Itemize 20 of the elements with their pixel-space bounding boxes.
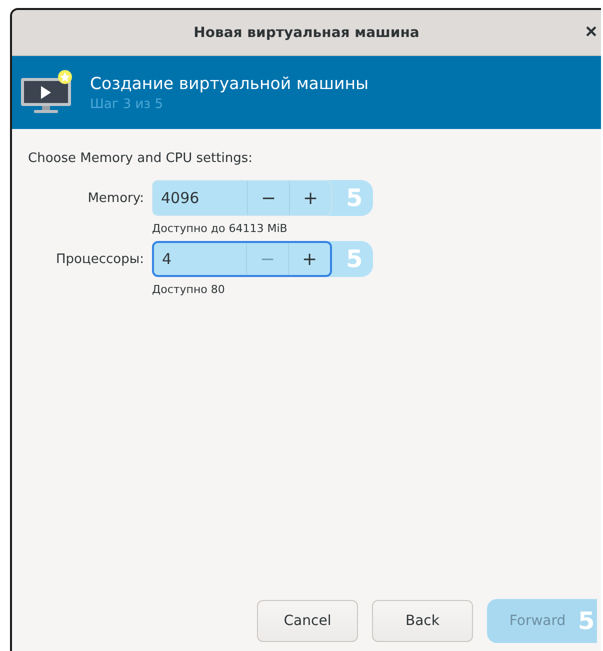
dialog-button[interactable]: Cancel xyxy=(257,600,358,642)
settings-prompt: Choose Memory and CPU settings: xyxy=(28,151,253,166)
spin-button[interactable]: 4096 − + xyxy=(152,180,332,216)
field-label: Процессоры: xyxy=(56,252,144,266)
availability-hint: Доступно до 64113 MiB xyxy=(152,222,288,235)
decrement-button[interactable]: − xyxy=(247,181,289,215)
step-indicator: Шаг 3 из 5 xyxy=(90,96,164,112)
annotation-number: 5 xyxy=(346,247,363,271)
number-field[interactable]: 4096 xyxy=(153,181,247,215)
close-button[interactable]: × xyxy=(583,22,599,42)
increment-button[interactable]: + xyxy=(289,181,331,215)
increment-button[interactable]: + xyxy=(288,243,330,275)
header-title: Создание виртуальной машины xyxy=(90,74,369,92)
annotation-number: 5 xyxy=(346,186,363,210)
window-title: Новая виртуальная машина xyxy=(194,24,420,40)
dialog-button[interactable]: Back xyxy=(372,600,473,642)
annotation-number: 5 xyxy=(578,609,595,633)
availability-hint: Доступно 80 xyxy=(152,283,225,296)
field-label: Memory: xyxy=(88,190,144,206)
number-field[interactable]: 4 xyxy=(154,243,246,275)
